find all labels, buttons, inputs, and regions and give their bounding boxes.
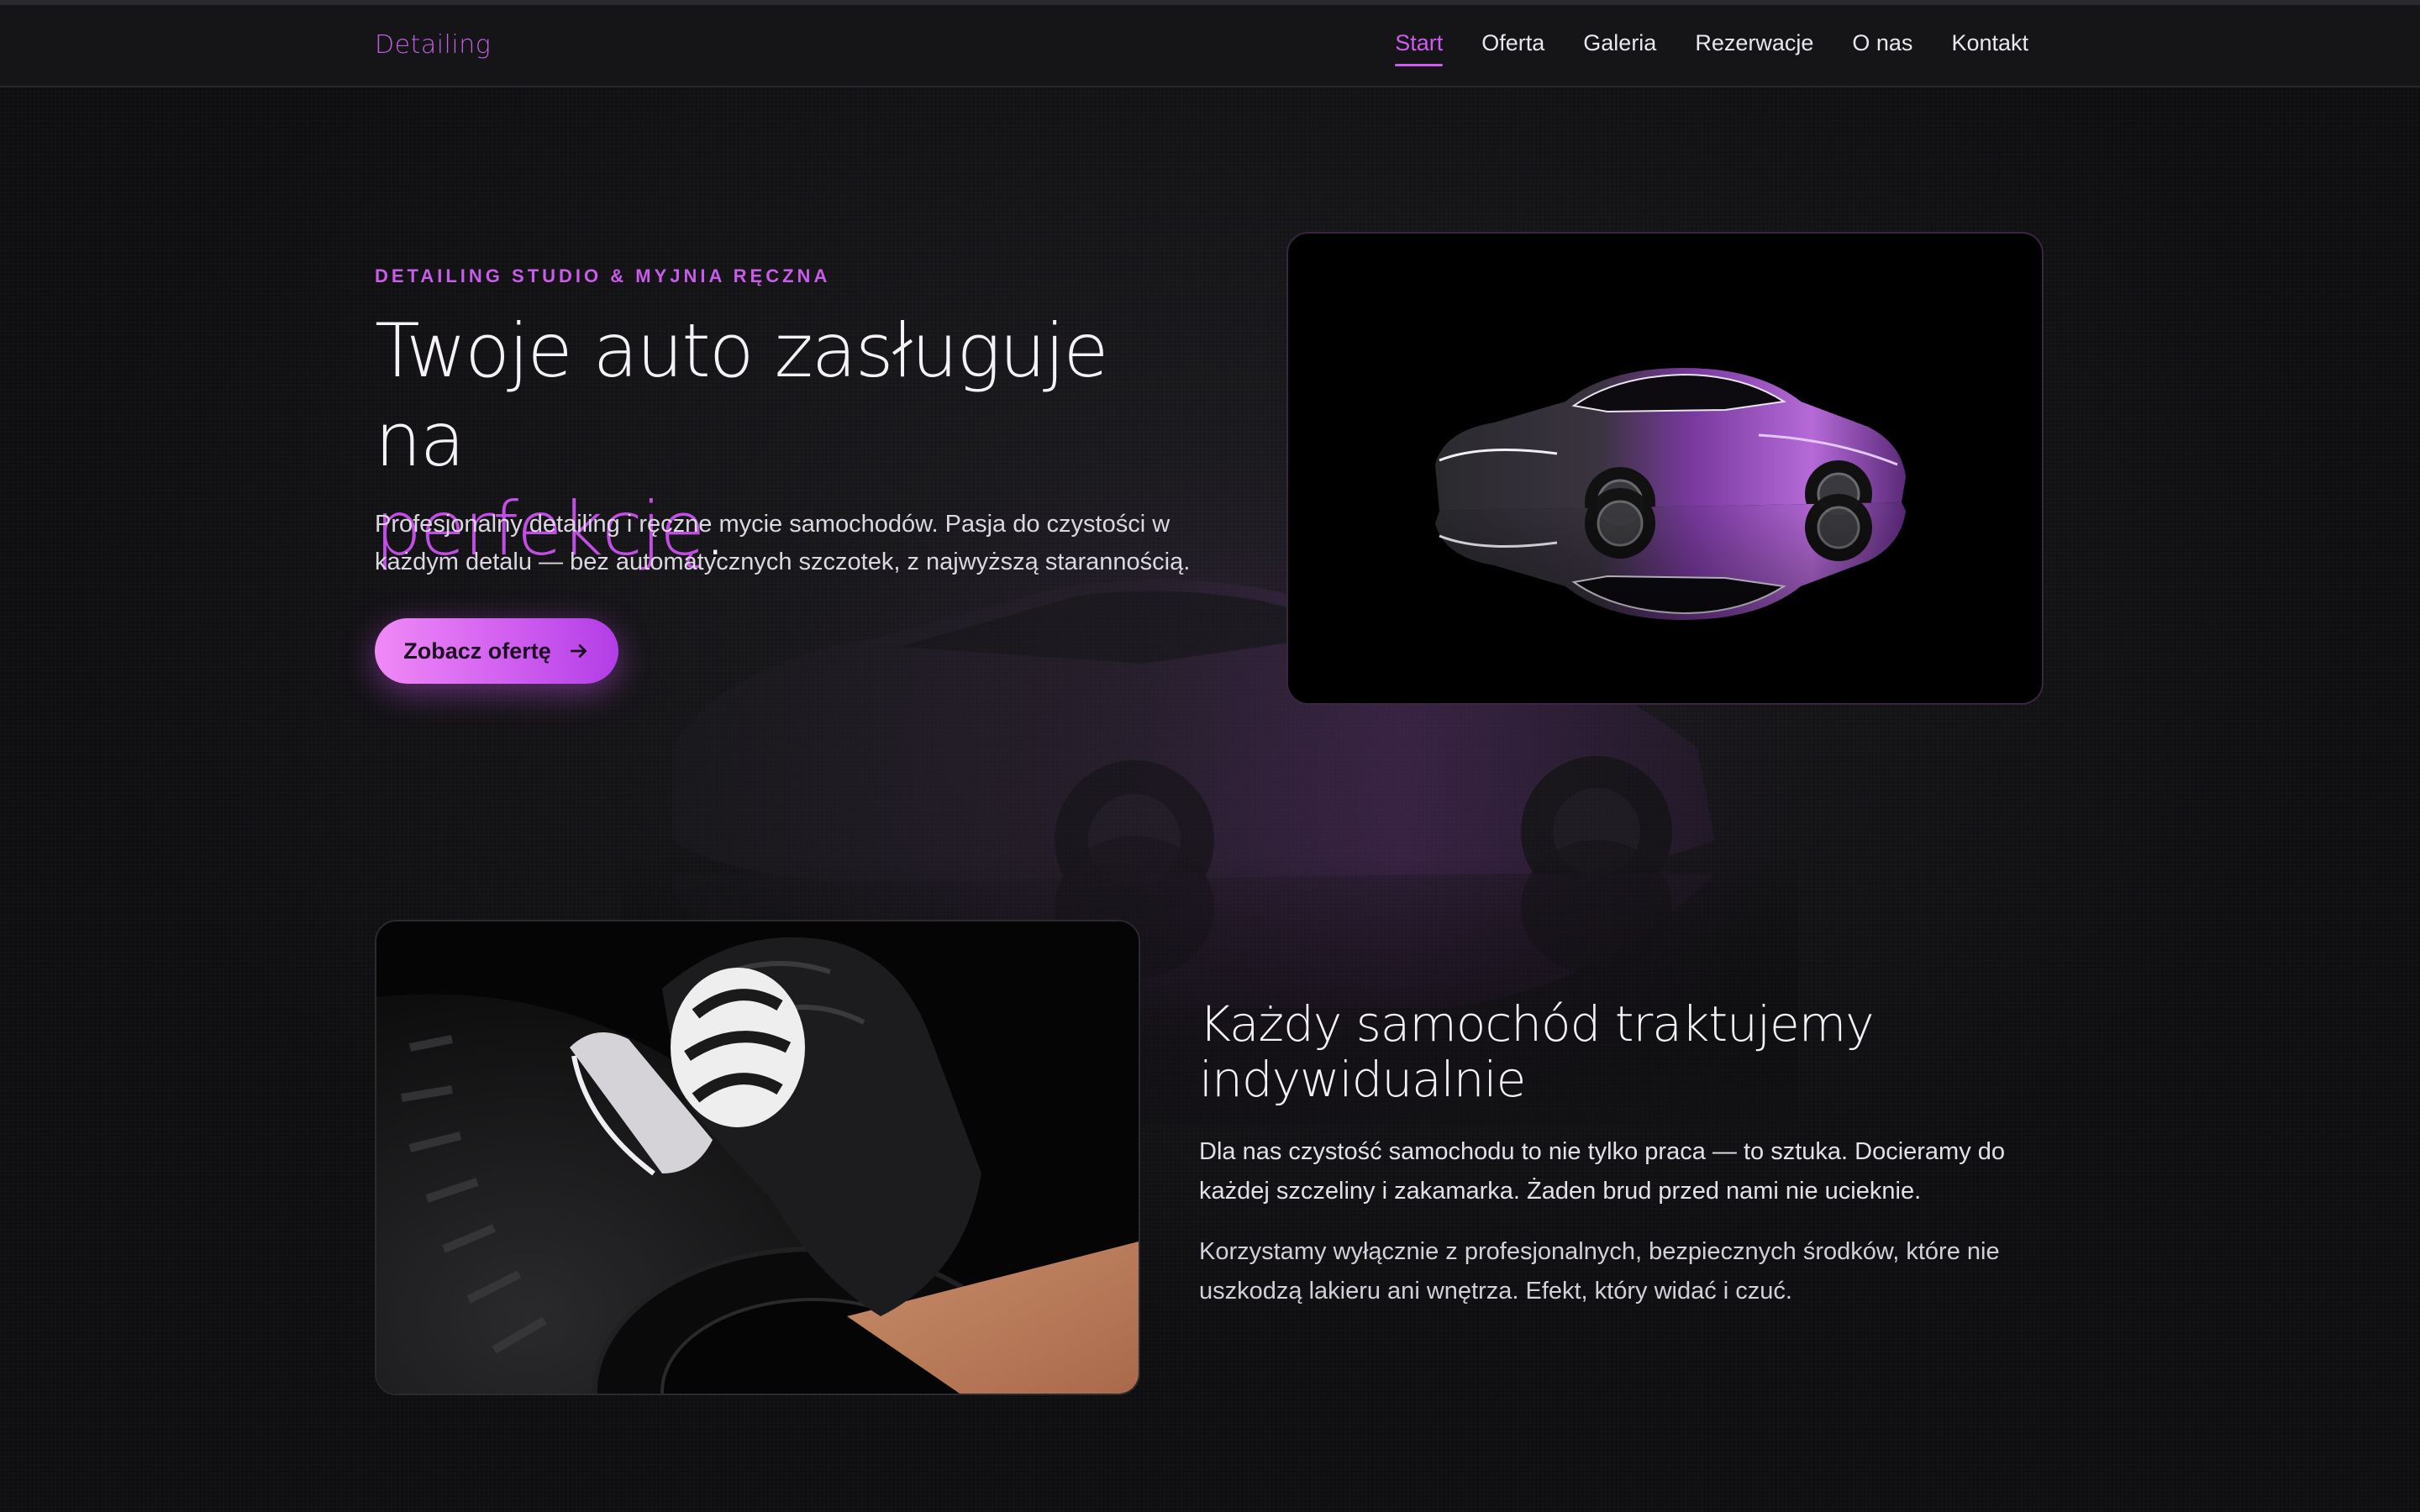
tire-brush-illustration: [376, 921, 1139, 1394]
nav-link-oferta[interactable]: Oferta: [1481, 30, 1544, 65]
section-paragraph-1: Dla nas czystość samochodu to nie tylko …: [1199, 1138, 2006, 1205]
top-navigation: Detailing Start Oferta Galeria Rezerwacj…: [0, 5, 2420, 87]
nav-links: Start Oferta Galeria Rezerwacje O nas Ko…: [1395, 30, 2028, 66]
hero-car-image: [1286, 232, 2044, 705]
purple-car-illustration: [1431, 368, 1910, 628]
nav-link-galeria[interactable]: Galeria: [1583, 30, 1656, 65]
hero-eyebrow: DETAILING STUDIO & MYJNIA RĘCZNA: [375, 265, 831, 286]
section-title: Każdy samochód traktujemy indywidualnie: [1199, 995, 1875, 1108]
arrow-right-icon: [570, 644, 587, 658]
hero-description: Profesjonalny detailing i ręczne mycie s…: [375, 511, 1191, 575]
see-offer-button[interactable]: Zobacz ofertę: [375, 618, 618, 684]
page: Detailing Start Oferta Galeria Rezerwacj…: [0, 0, 2420, 1512]
detailing-brush-image: [375, 920, 1140, 1395]
logo[interactable]: Detailing: [375, 30, 491, 60]
nav-link-rezerwacje[interactable]: Rezerwacje: [1695, 30, 1813, 65]
hero-title-line1: Twoje auto zasługuje na: [375, 307, 1108, 483]
nav-link-kontakt[interactable]: Kontakt: [1951, 30, 2028, 65]
nav-link-start[interactable]: Start: [1395, 30, 1444, 66]
see-offer-button-label: Zobacz ofertę: [403, 638, 551, 664]
nav-link-o-nas[interactable]: O nas: [1852, 30, 1912, 65]
section-paragraph-2: Korzystamy wyłącznie z profesjonalnych, …: [1199, 1238, 2000, 1305]
